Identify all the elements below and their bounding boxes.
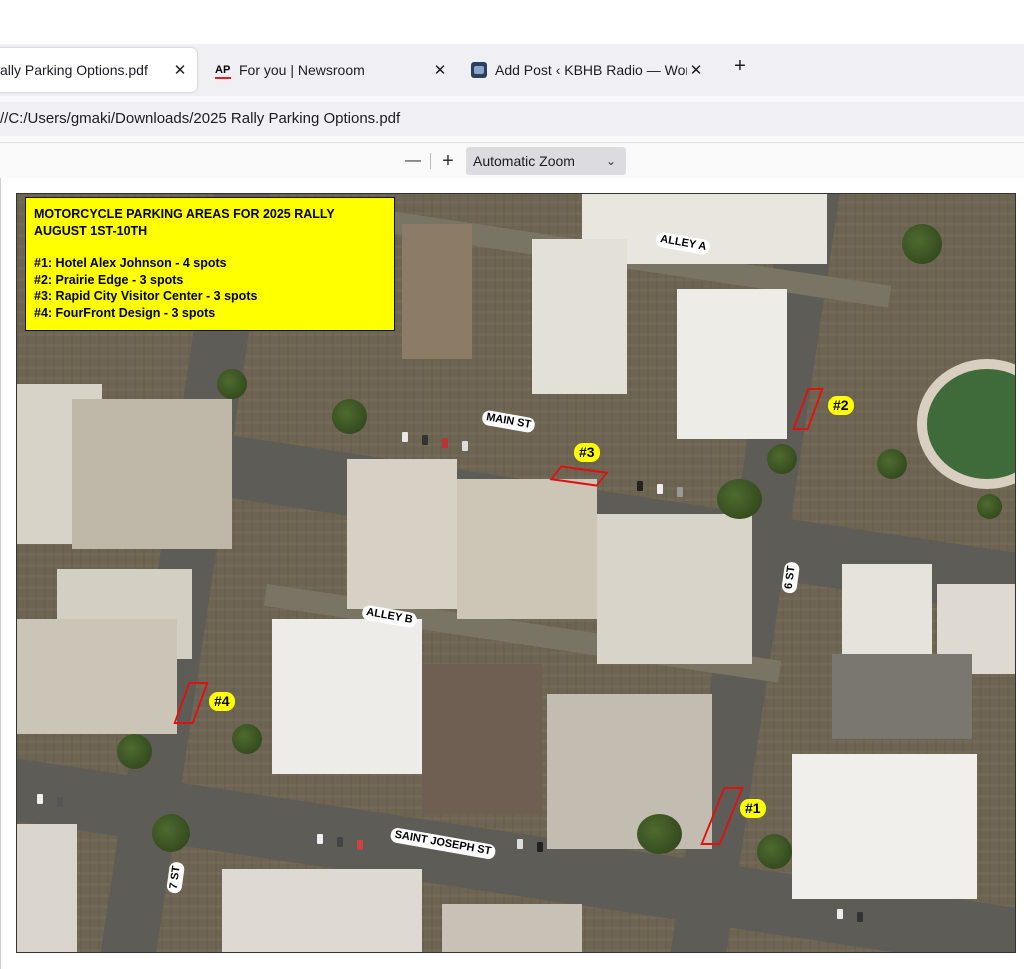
- building: [347, 459, 457, 609]
- tab-pdf[interactable]: ally Parking Options.pdf ✕: [0, 48, 197, 92]
- tree: [152, 814, 190, 852]
- map-legend: MOTORCYCLE PARKING AREAS FOR 2025 RALLY …: [25, 197, 395, 331]
- address-bar: //C:/Users/gmaki/Downloads/2025 Rally Pa…: [0, 96, 1024, 142]
- tree: [232, 724, 262, 754]
- legend-item: #3: Rapid City Visitor Center - 3 spots: [34, 289, 258, 303]
- pdf-toolbar: — + Automatic Zoom ⌄: [0, 142, 1024, 180]
- building: [272, 619, 422, 774]
- parked-car: [357, 840, 363, 850]
- tab-title: For you | Newsroom: [239, 62, 365, 78]
- building: [792, 754, 977, 899]
- tree: [217, 369, 247, 399]
- parked-car: [837, 909, 843, 919]
- legend-item: #4: FourFront Design - 3 spots: [34, 305, 216, 320]
- parked-car: [57, 797, 63, 807]
- parked-car: [657, 484, 663, 494]
- building: [842, 564, 932, 664]
- zoom-out-button[interactable]: —: [402, 150, 424, 172]
- building: [422, 664, 542, 814]
- marker-2: #2: [828, 396, 854, 415]
- tree: [637, 814, 682, 854]
- tree: [717, 479, 762, 519]
- legend-title-line-2: AUGUST 1ST-10TH: [34, 223, 148, 238]
- parked-car: [637, 481, 643, 491]
- marker-4: #4: [209, 692, 235, 711]
- parked-car: [857, 912, 863, 922]
- parked-car: [442, 438, 448, 448]
- legend-item: #2: Prairie Edge - 3 spots: [34, 272, 184, 287]
- tab-title: Add Post ‹ KBHB Radio — Word: [495, 62, 687, 78]
- building: [222, 869, 422, 952]
- legend-item: #1: Hotel Alex Johnson - 4 spots: [34, 256, 227, 270]
- building: [17, 619, 177, 734]
- building: [532, 239, 627, 394]
- url-field[interactable]: //C:/Users/gmaki/Downloads/2025 Rally Pa…: [0, 102, 1024, 136]
- tree: [757, 834, 792, 869]
- zoom-select[interactable]: Automatic Zoom ⌄: [466, 147, 626, 175]
- parked-car: [537, 842, 543, 852]
- building: [457, 479, 597, 619]
- parked-car: [677, 487, 683, 497]
- parked-car: [462, 441, 468, 451]
- ap-logo-icon: AP: [215, 64, 231, 79]
- building: [442, 904, 582, 952]
- parked-car: [37, 794, 43, 804]
- tab-newsroom[interactable]: AP For you | Newsroom ✕: [207, 48, 457, 92]
- marker-1: #1: [740, 799, 766, 818]
- parked-car: [337, 837, 343, 847]
- building: [832, 654, 972, 739]
- tree: [767, 444, 797, 474]
- radio-station-icon: [471, 62, 487, 78]
- tree: [117, 734, 152, 769]
- building: [677, 289, 787, 439]
- building: [597, 514, 752, 664]
- close-icon[interactable]: ✕: [171, 61, 189, 79]
- toolbar-divider: [430, 153, 431, 169]
- close-icon[interactable]: ✕: [431, 61, 449, 79]
- building: [17, 824, 77, 952]
- tree: [977, 494, 1002, 519]
- building: [402, 224, 472, 359]
- zoom-value: Automatic Zoom: [473, 153, 575, 169]
- parked-car: [317, 834, 323, 844]
- tree: [332, 399, 367, 434]
- page-edge: [0, 178, 1, 969]
- marker-3: #3: [574, 443, 600, 462]
- parked-car: [402, 432, 408, 442]
- legend-title-line-1: MOTORCYCLE PARKING AREAS FOR 2025 RALLY: [34, 207, 335, 221]
- zoom-in-button[interactable]: +: [437, 150, 459, 172]
- new-tab-button[interactable]: +: [730, 56, 750, 76]
- plaza-lawn: [917, 359, 1015, 489]
- tab-title: ally Parking Options.pdf: [0, 62, 148, 78]
- chevron-down-icon: ⌄: [605, 154, 616, 168]
- parked-car: [517, 839, 523, 849]
- tab-add-post[interactable]: Add Post ‹ KBHB Radio — Word ✕: [463, 48, 713, 92]
- tab-bar: ally Parking Options.pdf ✕ AP For you | …: [0, 44, 1024, 96]
- tree: [902, 224, 942, 264]
- parked-car: [422, 435, 428, 445]
- tree: [877, 449, 907, 479]
- building: [72, 399, 232, 549]
- close-icon[interactable]: ✕: [687, 61, 705, 79]
- building: [547, 694, 712, 849]
